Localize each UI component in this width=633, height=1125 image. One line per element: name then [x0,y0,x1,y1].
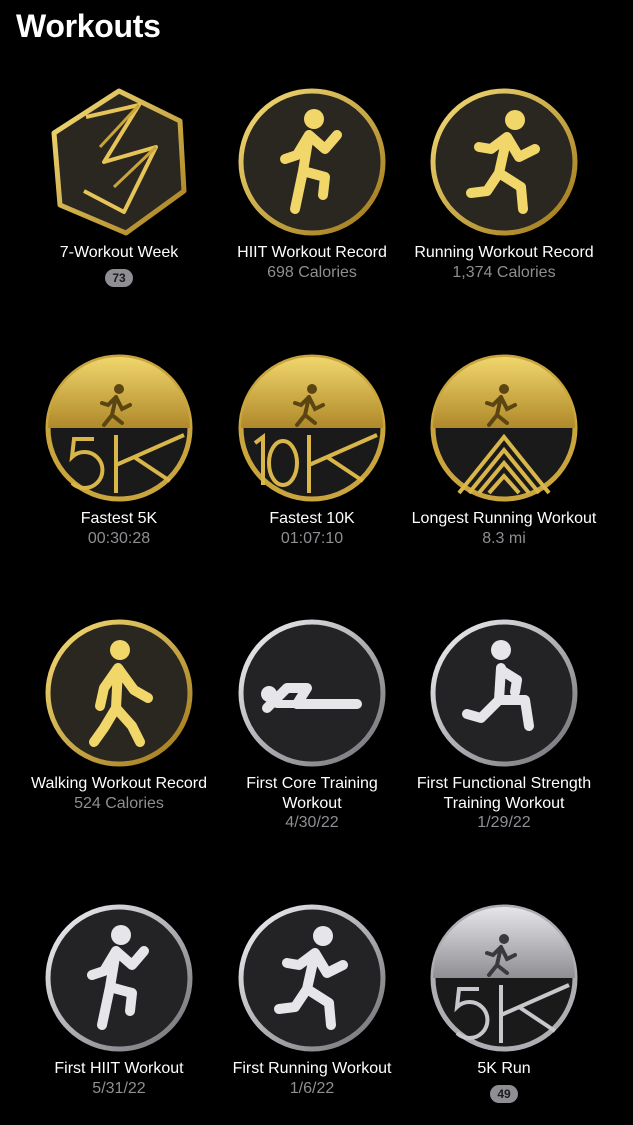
award-name: HIIT Workout Record [237,244,387,261]
award-name: First Functional Strength Training Worko… [416,775,592,812]
fastest-10k-icon [237,353,387,503]
award-cell[interactable]: Fastest 10K 01:07:10 [217,353,407,548]
award-detail: 01:07:10 [280,529,344,547]
hiit-figure-icon [44,903,194,1053]
award-name: 5K Run [477,1060,531,1077]
award-cell[interactable]: First Running Workout 1/6/22 [217,903,407,1098]
walker-icon [44,618,194,768]
award-cell[interactable]: 5K Run 49 [409,903,599,1103]
award-name: First HIIT Workout [54,1060,184,1077]
award-detail: 8.3 mi [482,529,526,547]
award-cell[interactable]: Running Workout Record 1,374 Calories [409,87,599,282]
award-name: Longest Running Workout [411,510,597,527]
award-cell[interactable]: HIIT Workout Record 698 Calories [217,87,407,282]
award-count-badge: 73 [105,268,133,287]
award-detail: 1/29/22 [477,814,531,831]
lunge-figure-icon [429,618,579,768]
award-name: Walking Workout Record [30,775,208,792]
award-detail: 4/30/22 [285,814,339,831]
page-title: Workouts [16,8,161,44]
runner-icon [429,87,579,237]
award-cell[interactable]: Longest Running Workout 8.3 mi [409,353,599,548]
award-cell[interactable]: Walking Workout Record 524 Calories [24,618,214,813]
award-name: Fastest 5K [80,510,158,527]
award-detail: 698 Calories [267,263,357,281]
award-detail: 1,374 Calories [452,263,556,281]
longest-run-chevrons-icon [429,353,579,503]
core-training-figure-icon [237,618,387,768]
award-cell[interactable]: Fastest 5K 00:30:28 [24,353,214,548]
award-detail: 1/6/22 [289,1079,335,1097]
award-detail: 524 Calories [74,794,164,812]
award-name: 7-Workout Week [59,244,179,261]
award-count-badge: 49 [490,1084,518,1103]
award-name: First Running Workout [232,1060,392,1077]
award-cell[interactable]: 7-Workout Week 73 [24,87,214,287]
award-cell[interactable]: First Core Training Workout 4/30/22 [217,618,407,833]
seven-workout-week-hexagon-icon [44,87,194,237]
award-name: Fastest 10K [269,510,355,527]
award-name: First Core Training Workout [246,775,378,812]
award-name: Running Workout Record [414,244,594,261]
hiit-figure-icon [237,87,387,237]
fastest-5k-icon [44,353,194,503]
award-detail: 5/31/22 [92,1079,146,1097]
award-detail: 00:30:28 [87,529,151,547]
runner-icon [237,903,387,1053]
award-cell[interactable]: First HIIT Workout 5/31/22 [24,903,214,1098]
five-k-run-icon [429,903,579,1053]
award-cell[interactable]: First Functional Strength Training Worko… [409,618,599,833]
